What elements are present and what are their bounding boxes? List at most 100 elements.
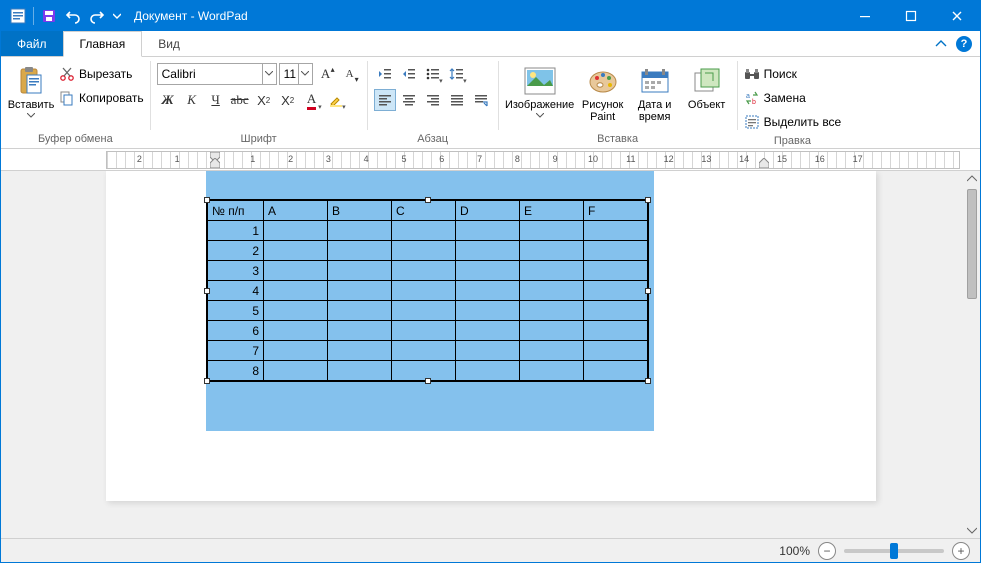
strikethrough-button[interactable]: abc bbox=[229, 89, 251, 111]
zoom-slider-thumb[interactable] bbox=[890, 543, 898, 559]
table-cell bbox=[584, 241, 648, 261]
indent-marker-left-icon[interactable] bbox=[210, 158, 220, 168]
table-cell bbox=[264, 241, 328, 261]
align-left-button[interactable] bbox=[374, 89, 396, 111]
table-cell bbox=[456, 321, 520, 341]
table-header-cell: A bbox=[264, 201, 328, 221]
ruler-tick-label: 4 bbox=[364, 154, 369, 164]
ruler-tick-label: 2 bbox=[137, 154, 142, 164]
scroll-down-icon[interactable] bbox=[967, 522, 977, 538]
zoom-value: 100% bbox=[779, 544, 810, 558]
save-icon[interactable] bbox=[38, 5, 60, 27]
document-area[interactable]: № п/пABCDEF12345678 bbox=[1, 171, 964, 538]
insert-datetime-button[interactable]: Дата и время bbox=[631, 61, 679, 127]
app-icon[interactable] bbox=[7, 5, 29, 27]
shrink-font-button[interactable]: A▾ bbox=[339, 63, 361, 85]
cut-button[interactable]: Вырезать bbox=[59, 63, 144, 85]
insert-image-button[interactable]: Изображение bbox=[505, 61, 575, 122]
zoom-in-button[interactable]: + bbox=[952, 542, 970, 560]
tab-home[interactable]: Главная bbox=[63, 31, 143, 57]
help-icon[interactable]: ? bbox=[956, 36, 972, 52]
qat-dropdown-icon[interactable] bbox=[110, 5, 124, 27]
object-icon bbox=[691, 65, 723, 97]
svg-text:b: b bbox=[752, 99, 756, 106]
ribbon-collapse-icon[interactable] bbox=[932, 35, 950, 53]
align-right-button[interactable] bbox=[422, 89, 444, 111]
selectall-button[interactable]: Выделить все bbox=[744, 111, 842, 133]
resize-handle-w[interactable] bbox=[204, 288, 210, 294]
close-button[interactable] bbox=[934, 1, 980, 31]
table-cell bbox=[520, 261, 584, 281]
copy-button[interactable]: Копировать bbox=[59, 87, 144, 109]
vertical-scrollbar[interactable] bbox=[964, 171, 980, 538]
resize-handle-sw[interactable] bbox=[204, 378, 210, 384]
ruler-tick-label: 5 bbox=[401, 154, 406, 164]
underline-button[interactable]: Ч bbox=[205, 89, 227, 111]
table-cell bbox=[520, 341, 584, 361]
insert-image-label: Изображение bbox=[505, 99, 574, 111]
table-cell bbox=[584, 341, 648, 361]
paste-button[interactable]: Вставить bbox=[7, 61, 55, 122]
align-center-button[interactable] bbox=[398, 89, 420, 111]
font-size-combo[interactable]: 11 bbox=[279, 63, 313, 85]
table-cell bbox=[584, 321, 648, 341]
table-cell bbox=[392, 261, 456, 281]
bold-button[interactable]: Ж bbox=[157, 89, 179, 111]
insert-drawing-button[interactable]: Рисунок Paint bbox=[579, 61, 627, 127]
resize-handle-nw[interactable] bbox=[204, 197, 210, 203]
scroll-thumb[interactable] bbox=[967, 189, 977, 299]
table-rownum-cell: 1 bbox=[208, 221, 264, 241]
paragraph-dialog-button[interactable] bbox=[470, 89, 492, 111]
superscript-button[interactable]: X2 bbox=[277, 89, 299, 111]
insert-drawing-label: Рисунок Paint bbox=[581, 99, 625, 123]
find-button[interactable]: Поиск bbox=[744, 63, 842, 85]
highlight-button[interactable]: ▾ bbox=[325, 89, 347, 111]
maximize-button[interactable] bbox=[888, 1, 934, 31]
scroll-up-icon[interactable] bbox=[967, 171, 977, 187]
wordpad-window: Документ - WordPad Файл Главная Вид ? bbox=[0, 0, 981, 563]
minimize-button[interactable] bbox=[842, 1, 888, 31]
ruler-tick-label: 12 bbox=[664, 154, 674, 164]
indent-marker-right-icon[interactable] bbox=[759, 158, 769, 168]
zoom-slider[interactable] bbox=[844, 549, 944, 553]
table-rownum-cell: 8 bbox=[208, 361, 264, 381]
align-justify-button[interactable] bbox=[446, 89, 468, 111]
table-cell bbox=[456, 241, 520, 261]
replace-button[interactable]: ab Замена bbox=[744, 87, 842, 109]
group-font: Calibri 11 A▴ A▾ Ж К Ч bbox=[151, 57, 367, 148]
paste-icon bbox=[15, 65, 47, 97]
font-name-combo[interactable]: Calibri bbox=[157, 63, 277, 85]
table-cell bbox=[456, 341, 520, 361]
bullets-button[interactable]: ▾ bbox=[422, 63, 444, 85]
zoom-out-button[interactable]: − bbox=[818, 542, 836, 560]
group-paragraph: ▾ ▾ Абзац bbox=[368, 57, 498, 148]
resize-handle-ne[interactable] bbox=[645, 197, 651, 203]
resize-handle-e[interactable] bbox=[645, 288, 651, 294]
tab-view[interactable]: Вид bbox=[142, 31, 197, 56]
insert-object-button[interactable]: Объект bbox=[683, 61, 731, 115]
increase-indent-button[interactable] bbox=[398, 63, 420, 85]
font-color-button[interactable]: A▾ bbox=[301, 89, 323, 111]
table-header-cell: E bbox=[520, 201, 584, 221]
table-rownum-cell: 3 bbox=[208, 261, 264, 281]
embedded-table-object[interactable]: № п/пABCDEF12345678 bbox=[206, 199, 649, 382]
line-spacing-button[interactable]: ▾ bbox=[446, 63, 468, 85]
ruler-tick-label: 9 bbox=[553, 154, 558, 164]
subscript-button[interactable]: X2 bbox=[253, 89, 275, 111]
table-cell bbox=[328, 221, 392, 241]
ruler[interactable]: 3211234567891011121314151617 bbox=[1, 149, 980, 171]
decrease-indent-button[interactable] bbox=[374, 63, 396, 85]
table-cell bbox=[392, 301, 456, 321]
table-cell bbox=[520, 241, 584, 261]
table-cell bbox=[520, 321, 584, 341]
tab-file[interactable]: Файл bbox=[1, 31, 63, 56]
table-cell bbox=[264, 361, 328, 381]
undo-icon[interactable] bbox=[62, 5, 84, 27]
grow-font-button[interactable]: A▴ bbox=[315, 63, 337, 85]
group-font-label: Шрифт bbox=[241, 130, 277, 148]
resize-handle-s[interactable] bbox=[425, 378, 431, 384]
redo-icon[interactable] bbox=[86, 5, 108, 27]
italic-button[interactable]: К bbox=[181, 89, 203, 111]
resize-handle-n[interactable] bbox=[425, 197, 431, 203]
resize-handle-se[interactable] bbox=[645, 378, 651, 384]
